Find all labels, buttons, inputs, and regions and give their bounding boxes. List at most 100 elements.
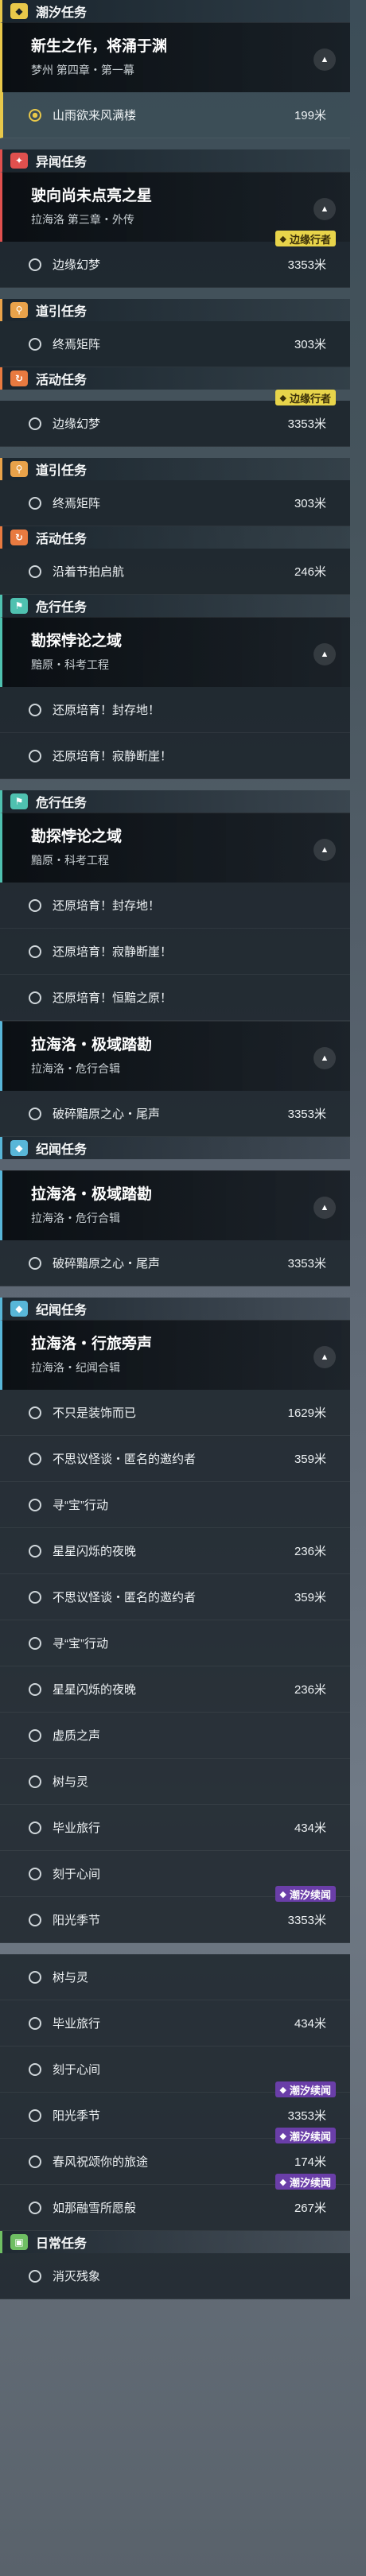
collapse-icon[interactable]: ▲ [313, 1047, 336, 1069]
category-header[interactable]: ◆ 潮汐任务 [0, 0, 350, 22]
step-radio-icon[interactable] [29, 991, 41, 1004]
quest-step-row[interactable]: 如那融雪所愿般 267米 ◆ 潮汐续闻 [0, 2174, 350, 2231]
step-radio-icon[interactable] [29, 1821, 41, 1834]
quest-badge: ◆ 潮汐续闻 [274, 2081, 336, 2097]
quest-card[interactable]: 勘探悖论之域 黯原・科考工程 ▲ [0, 813, 350, 883]
quest-subtitle: 拉海洛・纪闻合辑 [31, 1361, 120, 1374]
step-radio-icon[interactable] [29, 1590, 41, 1604]
step-label: 不思议怪谈・匿名的邀约者 [53, 1453, 197, 1466]
quest-step-row[interactable]: 边缘幻梦 3353米 ◆ 边缘行者 [0, 390, 350, 447]
step-radio-icon[interactable] [29, 337, 41, 351]
quest-step-row[interactable]: 消灭残象 [0, 2253, 350, 2299]
step-radio-icon[interactable] [29, 898, 41, 912]
quest-step-row[interactable]: 还原培育！恒黯之原！ [0, 975, 350, 1021]
category-header[interactable]: ◆ 纪闻任务 [0, 1137, 350, 1159]
step-distance: 3353米 [287, 1914, 326, 1927]
quest-step-row[interactable]: 终焉矩阵 303米 [0, 321, 350, 367]
step-radio-icon[interactable] [29, 108, 41, 122]
step-radio-icon[interactable] [29, 1406, 41, 1419]
quest-badge: ◆ 边缘行者 [274, 390, 336, 405]
quest-step-row[interactable]: 不思议怪谈・匿名的邀约者 359米 [0, 1436, 350, 1482]
step-radio-icon[interactable] [29, 945, 41, 958]
quest-step-row[interactable]: 还原培育！寂静断崖！ [0, 929, 350, 975]
category-header[interactable]: ⚲ 道引任务 [0, 458, 350, 480]
quest-step-row[interactable]: 毕业旅行 434米 [0, 2000, 350, 2046]
step-radio-icon[interactable] [29, 2155, 41, 2168]
step-radio-icon[interactable] [29, 564, 41, 578]
step-distance: 359米 [294, 1591, 326, 1604]
collapse-icon[interactable]: ▲ [313, 1346, 336, 1368]
step-label: 破碎黯原之心・尾声 [53, 1108, 161, 1121]
step-radio-icon[interactable] [29, 1970, 41, 1984]
quest-card[interactable]: 新生之作，将涌于渊 梦州 第四章・第一幕 ▲ [0, 22, 350, 92]
step-radio-icon[interactable] [29, 1913, 41, 1926]
collapse-icon[interactable]: ▲ [313, 643, 336, 665]
quest-step-row[interactable]: 寻“宝”行动 [0, 1620, 350, 1666]
step-radio-icon[interactable] [29, 2062, 41, 2076]
collapse-icon[interactable]: ▲ [313, 839, 336, 861]
quest-step-row[interactable]: 不思议怪谈・匿名的邀约者 359米 [0, 1574, 350, 1620]
step-radio-icon[interactable] [29, 2201, 41, 2214]
quest-step-row[interactable]: 还原培育！封存地！ [0, 687, 350, 733]
step-radio-icon[interactable] [29, 2016, 41, 2030]
step-radio-icon[interactable] [29, 749, 41, 762]
collapse-icon[interactable]: ▲ [313, 198, 336, 220]
collapse-icon[interactable]: ▲ [313, 48, 336, 71]
quest-card[interactable]: 拉海洛・极域踏勘 拉海洛・危行合辑 ▲ [0, 1170, 350, 1240]
category-header[interactable]: ⚲ 道引任务 [0, 299, 350, 321]
step-radio-icon[interactable] [29, 1107, 41, 1120]
quest-step-row[interactable]: 沿着节拍启航 246米 [0, 549, 350, 595]
step-radio-icon[interactable] [29, 417, 41, 430]
category-header[interactable]: ⚑ 危行任务 [0, 595, 350, 617]
step-distance: 267米 [294, 2202, 326, 2215]
collapse-icon[interactable]: ▲ [313, 1197, 336, 1219]
step-radio-icon[interactable] [29, 1775, 41, 1788]
category-header[interactable]: ↻ 活动任务 [0, 526, 350, 549]
quest-step-row[interactable]: 树与灵 [0, 1954, 350, 2000]
step-radio-icon[interactable] [29, 2109, 41, 2122]
guide-category-icon: ⚲ [10, 302, 28, 318]
quest-step-row[interactable]: 还原培育！寂静断崖！ [0, 733, 350, 779]
quest-card[interactable]: 拉海洛・极域踏勘 拉海洛・危行合辑 ▲ [0, 1021, 350, 1091]
step-label: 树与灵 [53, 1775, 89, 1789]
badge-label: 边缘行者 [289, 392, 331, 405]
category-header[interactable]: ⚑ 危行任务 [0, 790, 350, 813]
quest-step-row[interactable]: 星星闪烁的夜晚 236米 [0, 1666, 350, 1713]
step-radio-icon[interactable] [29, 2269, 41, 2283]
category-header[interactable]: ▣ 日常任务 [0, 2231, 350, 2253]
quest-step-row[interactable]: 星星闪烁的夜晚 236米 [0, 1528, 350, 1574]
quest-step-row[interactable]: 不只是装饰而已 1629米 [0, 1390, 350, 1436]
step-radio-icon[interactable] [29, 1636, 41, 1650]
quest-card[interactable]: 拉海洛・行旅旁声 拉海洛・纪闻合辑 ▲ [0, 1320, 350, 1390]
step-radio-icon[interactable] [29, 1452, 41, 1465]
quest-step-row[interactable]: 山雨欲来风满楼 199米 [0, 92, 350, 138]
quest-step-row[interactable]: 破碎黯原之心・尾声 3353米 [0, 1091, 350, 1137]
category-header[interactable]: ↻ 活动任务 [0, 367, 350, 390]
step-label: 星星闪烁的夜晚 [53, 1545, 137, 1558]
quest-step-row[interactable]: 边缘幻梦 3353米 ◆ 边缘行者 [0, 231, 350, 288]
step-radio-icon[interactable] [29, 1728, 41, 1742]
quest-step-row[interactable]: 树与灵 [0, 1759, 350, 1805]
quest-step-row[interactable]: 毕业旅行 434米 [0, 1805, 350, 1851]
category-label: 纪闻任务 [36, 1304, 88, 1317]
step-radio-icon[interactable] [29, 496, 41, 510]
step-radio-icon[interactable] [29, 1256, 41, 1270]
quest-step-row[interactable]: 破碎黯原之心・尾声 3353米 [0, 1240, 350, 1286]
step-radio-icon[interactable] [29, 258, 41, 271]
step-radio-icon[interactable] [29, 1682, 41, 1696]
step-radio-icon[interactable] [29, 1498, 41, 1511]
quest-subtitle: 拉海洛・危行合辑 [31, 1212, 120, 1224]
quest-step-row[interactable]: 终焉矩阵 303米 [0, 480, 350, 526]
quest-step-row[interactable]: 虚质之声 [0, 1713, 350, 1759]
step-radio-icon[interactable] [29, 1867, 41, 1880]
quest-step-row[interactable]: 阳光季节 3353米 ◆ 潮汐续闻 [0, 1886, 350, 1943]
category-header[interactable]: ✦ 异闻任务 [0, 149, 350, 172]
step-label: 毕业旅行 [53, 2017, 101, 2031]
quest-step-row[interactable]: 还原培育！封存地！ [0, 883, 350, 929]
step-radio-icon[interactable] [29, 703, 41, 716]
quest-step-row[interactable]: 寻“宝”行动 [0, 1482, 350, 1528]
step-radio-icon[interactable] [29, 1544, 41, 1558]
category-header[interactable]: ◆ 纪闻任务 [0, 1298, 350, 1320]
quest-card[interactable]: 勘探悖论之域 黯原・科考工程 ▲ [0, 617, 350, 687]
